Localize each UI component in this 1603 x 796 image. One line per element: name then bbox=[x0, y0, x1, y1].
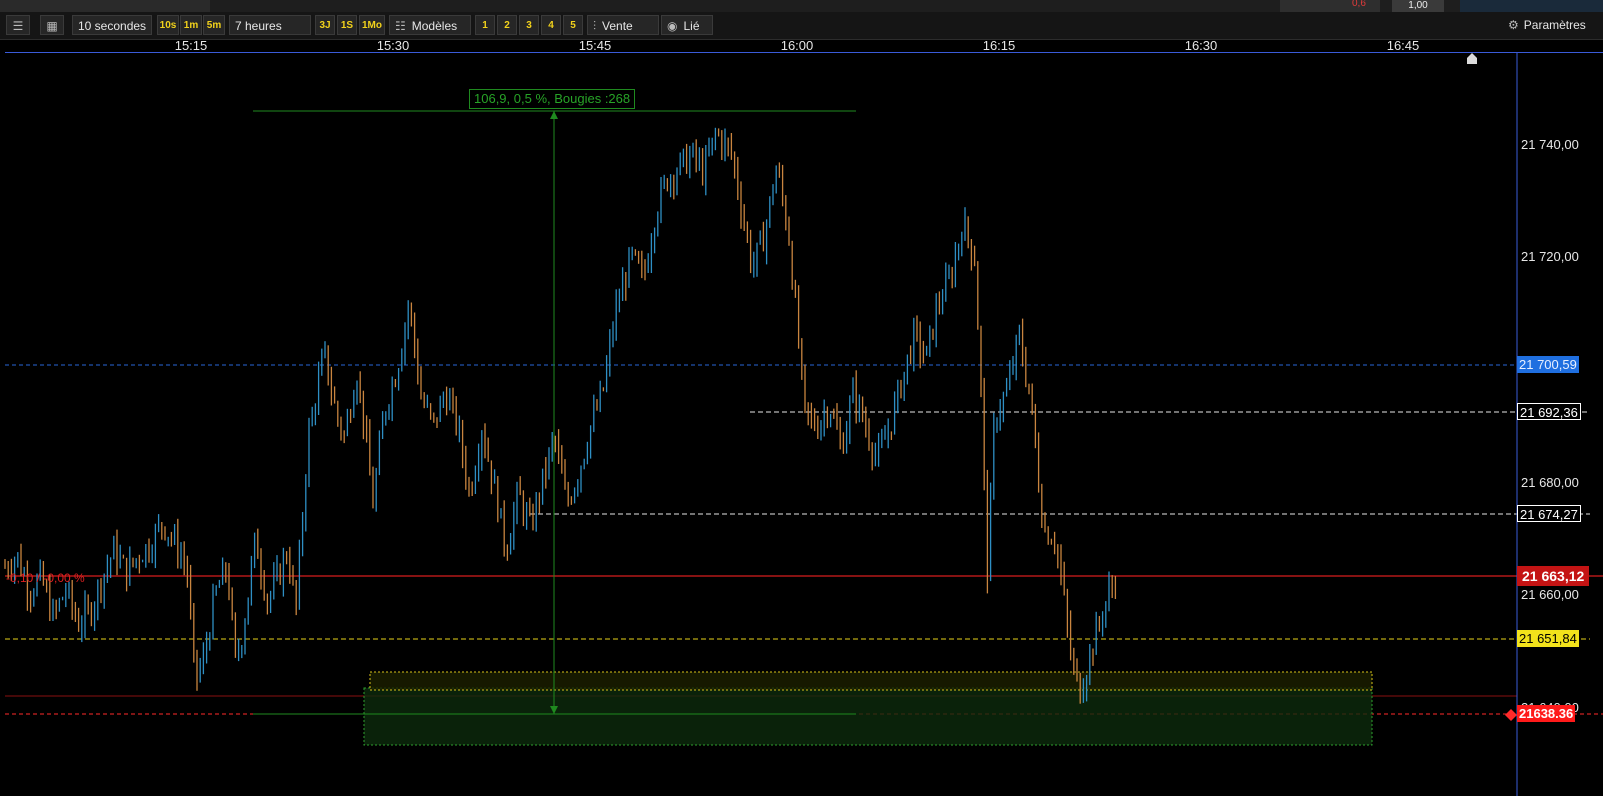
price-label-yellow: 21 651,84 bbox=[1517, 630, 1579, 647]
price-label-white-1: 21 692,36 bbox=[1517, 403, 1581, 420]
measure-label[interactable]: 106,9, 0,5 %, Bougies :268 bbox=[469, 89, 636, 109]
price-label-white-2: 21 674,27 bbox=[1517, 505, 1581, 522]
price-label-last: 21 663,12 bbox=[1517, 566, 1590, 586]
home-icon[interactable] bbox=[1467, 53, 1477, 64]
stop-handle-icon[interactable] bbox=[1505, 709, 1517, 721]
price-label-blue: 21 700,59 bbox=[1517, 356, 1579, 373]
price-tick: 21 680,00 bbox=[1521, 475, 1579, 490]
price-chart[interactable] bbox=[0, 0, 1603, 796]
candles-group bbox=[4, 127, 1117, 704]
price-tick: 21 660,00 bbox=[1521, 587, 1579, 602]
measure-arrow-up bbox=[550, 111, 558, 119]
pnl-label: -0,10 / -0,00 % bbox=[6, 571, 85, 585]
price-tick: 21 720,00 bbox=[1521, 249, 1579, 264]
price-label-stop: 21638.36 bbox=[1517, 705, 1576, 722]
zone-yellow[interactable] bbox=[369, 671, 1373, 691]
price-tick: 21 740,00 bbox=[1521, 137, 1579, 152]
zone-green[interactable] bbox=[363, 687, 1373, 746]
